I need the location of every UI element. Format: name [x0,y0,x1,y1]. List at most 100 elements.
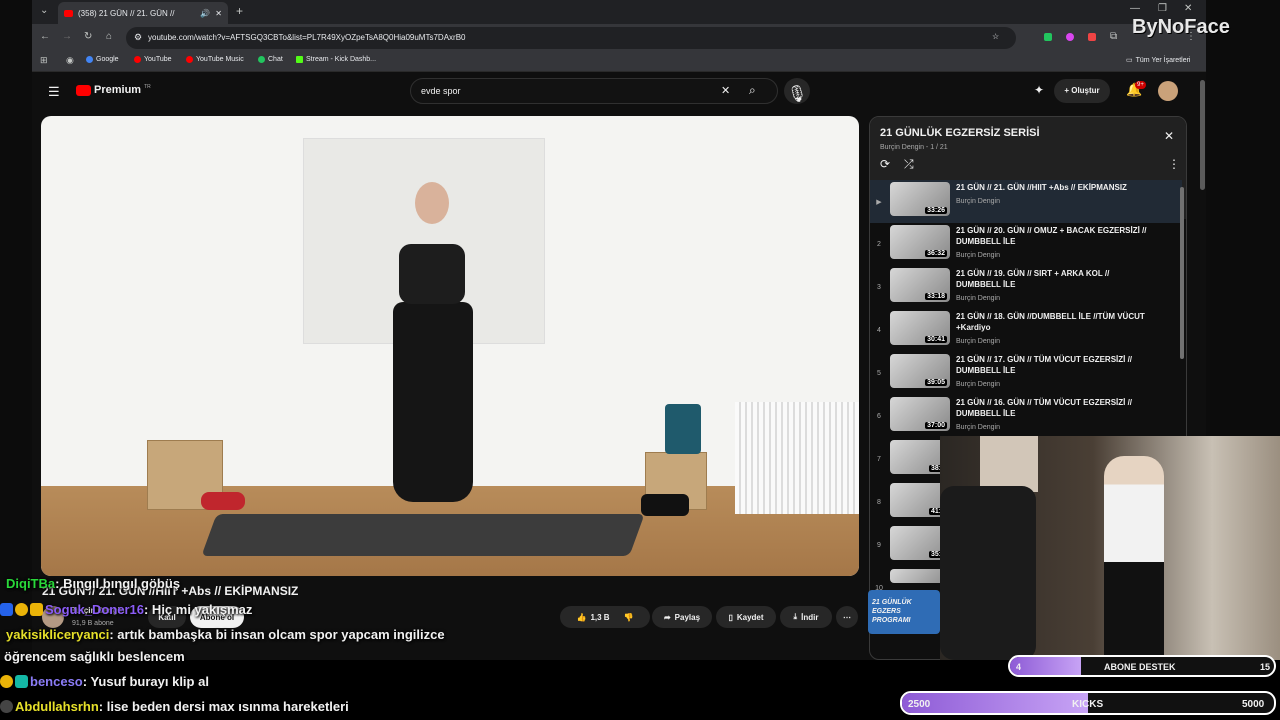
video-thumbnail: 36:32 [890,225,950,259]
forward-icon[interactable]: → [62,32,72,42]
youtube-play-icon [76,84,91,96]
promo-banner[interactable]: 21 GÜNLÜK EGZERS PROGRAMI [868,590,940,634]
download-button[interactable]: ⤓ İndir [780,606,832,628]
bookmark-youtube-music[interactable]: YouTube Music [186,56,244,63]
hamburger-menu-icon[interactable]: ☰ [48,84,60,100]
playlist-title[interactable]: 21 GÜNLÜK EGZERSİZ SERİSİ [880,127,1040,139]
chat-message: Abdullahsrhn: lise beden dersi max ısınm… [0,699,349,714]
share-icon: ➦ [663,612,671,622]
badge-icon [15,675,28,688]
download-icon: ⤓ [793,612,798,621]
close-window-icon[interactable]: ✕ [1184,4,1192,14]
playlist-meta: Burçin Dengin - 1 / 21 [880,144,948,151]
kick-goal-label: KICKS [1072,699,1104,710]
playlist-item[interactable]: 4 30:41 21 GÜN // 18. GÜN //DUMBBELL İLE /… [870,309,1182,352]
reload-icon[interactable]: ↻ [84,32,92,42]
badge-icon [0,700,13,713]
playlist-item[interactable]: 3 33:18 21 GÜN // 19. GÜN // SIRT + ARKA K… [870,266,1182,309]
video-thumbnail: 33:18 [890,268,950,302]
video-thumbnail: 37:00 [890,397,950,431]
chat-message: DiqiTBa: Bıngıl bıngıl göbüş [6,576,181,591]
black-dumbbells [641,494,689,516]
save-button[interactable]: ▯ Kaydet [716,606,776,628]
chat-message-continued: öğrencem sağlıklı beslencem [4,649,185,664]
home-icon[interactable]: ⌂ [106,32,112,42]
youtube-header: ☰ Premium TR evde spor ✕ ⌕ 🎙 ✦ + Oluştur… [32,72,1206,112]
bookmark-google[interactable]: Google [86,56,119,63]
playlist-item[interactable]: 6 37:00 21 GÜN // 16. GÜN // TÜM VÜCUT EGZ… [870,395,1182,438]
all-bookmarks[interactable]: ▭ Tüm Yer İşaretleri [1126,56,1190,65]
bookmark-star-icon[interactable]: ☆ [992,32,999,41]
search-input[interactable]: evde spor ✕ ⌕ [410,78,778,104]
bookmark-chat[interactable]: Chat [258,56,283,63]
video-thumbnail: 39:05 [890,354,950,388]
extension-icon[interactable] [1044,33,1052,41]
bookmarks-bar: ⊞ ◉ Google YouTube YouTube Music Chat St… [32,52,1206,72]
instructor-legs [393,302,473,502]
new-tab-icon[interactable]: + [236,5,243,17]
video-thumbnail: 30:41 [890,311,950,345]
playlist-scrollbar[interactable] [1180,187,1184,359]
tab-title: (358) 21 GÜN // 21. GÜN // [78,8,175,18]
create-button[interactable]: + Oluştur [1054,79,1110,103]
playlist-item[interactable]: ▶ 33:26 21 GÜN // 21. GÜN //HIIT +Abs // E… [870,180,1182,223]
share-button[interactable]: ➦ Paylaş [652,606,712,628]
sub-goal-target: 15 [1260,662,1271,672]
apps-grid-icon[interactable]: ⊞ [40,56,48,65]
chat-message: yakisikliceryanci: artık bambaşka bi ins… [6,627,445,642]
loop-icon[interactable]: ⟳ [880,157,890,171]
plant-pot [665,404,701,454]
badge-icon [15,603,28,616]
like-icon[interactable]: 👍 [576,613,586,622]
dislike-icon[interactable]: 👎 [624,613,634,622]
youtube-favicon [64,9,73,17]
playlist-item[interactable]: 2 36:32 21 GÜN // 20. GÜN // OMUZ + BACAK … [870,223,1182,266]
bookmark-youtube[interactable]: YouTube [134,56,172,63]
chat-message: benceso: Yusuf burayı klip al [0,674,209,689]
streamer [1104,456,1164,660]
sub-goal-current: 4 [1016,662,1022,672]
notification-badge: 9+ [1135,81,1146,89]
watermark-logo: ByNoFace [1132,16,1230,38]
playlist-item[interactable]: 5 39:05 21 GÜN // 17. GÜN // TÜM VÜCUT EGZ… [870,352,1182,395]
extension-icon[interactable] [1066,33,1074,41]
more-actions-button[interactable]: ⋯ [836,606,858,628]
restore-icon[interactable]: ❐ [1158,4,1167,14]
site-info-icon[interactable]: ⚙ [134,32,142,43]
shuffle-icon[interactable]: ⤮ [904,157,914,172]
extensions-puzzle-icon[interactable]: ⧉ [1110,32,1117,42]
voice-search-button[interactable]: 🎙 [784,78,810,104]
google-icon [86,56,93,63]
ai-assist-icon[interactable]: ✦ [1034,83,1044,97]
avatar[interactable] [1158,81,1178,101]
video-player[interactable] [41,116,859,576]
extension-icon[interactable] [1088,33,1096,41]
kick-goal-bar: 2500 KICKS 5000 [900,691,1276,715]
globe-icon[interactable]: ◉ [66,56,74,65]
more-icon: ⋯ [843,612,851,622]
gaming-chair [940,486,1036,660]
search-icon[interactable]: ⌕ [749,83,756,98]
clear-search-icon[interactable]: ✕ [721,84,730,97]
close-playlist-icon[interactable]: ✕ [1164,129,1174,143]
chat-icon [258,56,265,63]
badge-icon [0,603,13,616]
folder-icon: ▭ [1126,57,1133,64]
save-icon: ▯ [728,612,733,622]
tab-youtube[interactable]: (358) 21 GÜN // 21. GÜN // 🔊 ✕ [58,2,228,24]
speaker-icon[interactable]: 🔊 [200,9,210,18]
youtube-logo[interactable]: Premium TR [76,84,151,96]
like-count[interactable]: 1,3 B [590,613,609,622]
radiator [735,402,859,514]
bookmark-kick[interactable]: Stream - Kick Dashb... [296,56,376,63]
minimize-icon[interactable]: — [1130,4,1140,14]
url-text: youtube.com/watch?v=AFTSGQ3CBTo&list=PL7… [148,33,466,42]
back-icon[interactable]: ← [40,32,50,42]
sub-goal-label: ABONE DESTEK [1104,662,1176,672]
page-scrollbar[interactable] [1200,80,1205,190]
tab-search-icon[interactable]: ⌄ [40,6,48,16]
address-bar[interactable]: ⚙ youtube.com/watch?v=AFTSGQ3CBTo&list=P… [126,27,1016,49]
crown-icon [30,603,43,616]
playlist-menu-icon[interactable]: ⋮ [1168,157,1180,171]
tab-close-icon[interactable]: ✕ [215,9,222,18]
